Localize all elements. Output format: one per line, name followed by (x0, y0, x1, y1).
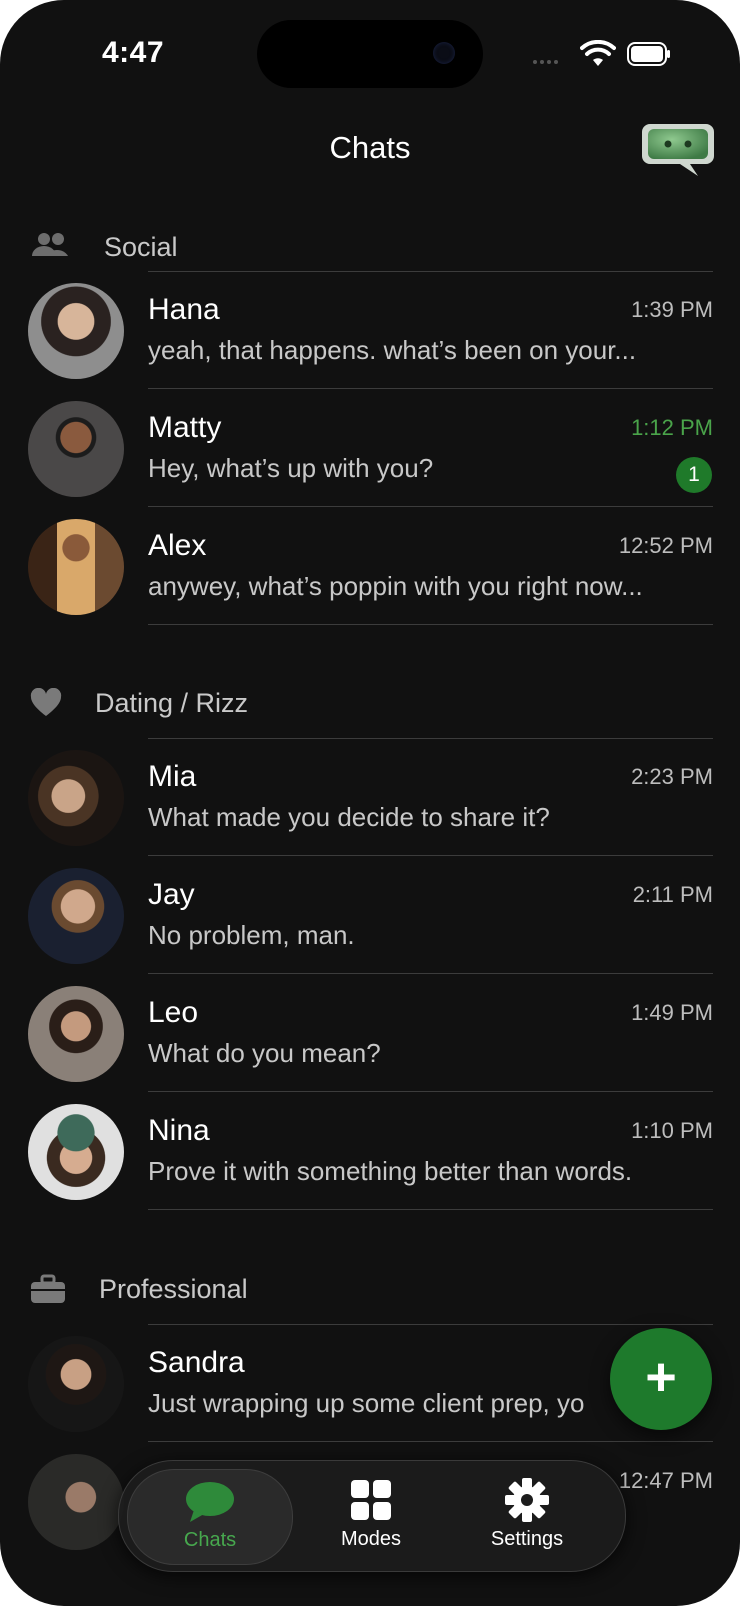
chat-name: Hana (148, 293, 220, 326)
chat-row-nina[interactable]: Nina 1:10 PM Prove it with something bet… (0, 1092, 740, 1210)
chat-name: Mia (148, 760, 197, 793)
chat-row-alex[interactable]: Alex 12:52 PM anywey, what’s poppin with… (0, 507, 740, 625)
chat-preview: Just wrapping up some client prep, yo (148, 1388, 585, 1418)
divider (148, 624, 713, 625)
chat-preview: Hey, what’s up with you? (148, 453, 434, 483)
avatar-matty (28, 401, 124, 497)
people-icon (32, 233, 68, 256)
avatar-mia (28, 750, 124, 846)
phone-screen: 4:47 Chats Social Hana 1:39 PM yeah, tha… (0, 0, 740, 1606)
chat-time: 1:10 PM (631, 1118, 713, 1143)
avatar-partial (28, 1454, 124, 1550)
new-chat-button[interactable]: + (610, 1328, 712, 1430)
tab-label: Settings (490, 1528, 564, 1550)
divider (148, 1209, 713, 1210)
cellular-signal-icon (533, 60, 558, 64)
chat-preview: What made you decide to share it? (148, 802, 550, 832)
chat-time: 1:49 PM (631, 1000, 713, 1025)
avatar-nina (28, 1104, 124, 1200)
plus-icon: + (645, 1347, 677, 1407)
chat-row-jay[interactable]: Jay 2:11 PM No problem, man. (0, 856, 740, 974)
avatar-alex (28, 519, 124, 615)
section-header-dating: Dating / Rizz (0, 684, 740, 724)
wifi-icon (580, 40, 616, 66)
chat-name: Leo (148, 996, 199, 1029)
chat-time: 12:52 PM (618, 533, 713, 558)
status-time: 4:47 (102, 36, 165, 69)
chat-row-leo[interactable]: Leo 1:49 PM What do you mean? (0, 974, 740, 1092)
bot-chat-icon[interactable] (640, 116, 716, 182)
section-label: Professional (99, 1274, 248, 1304)
chat-row-matty[interactable]: Matty 1:12 PM Hey, what’s up with you? 1 (0, 389, 740, 507)
chat-preview: What do you mean? (148, 1038, 381, 1068)
section-label: Social (104, 232, 178, 262)
tab-settings[interactable]: Settings (445, 1469, 609, 1563)
chat-preview: No problem, man. (148, 920, 355, 950)
bottom-tab-bar: Chats Modes Settings (118, 1460, 626, 1572)
chat-name: Matty (148, 411, 222, 444)
page-title: Chats (329, 130, 411, 165)
briefcase-icon (31, 1274, 65, 1303)
chat-time: 1:39 PM (631, 297, 713, 322)
tab-label: Chats (183, 1529, 237, 1551)
section-header-professional: Professional (0, 1270, 740, 1310)
chat-time: 2:23 PM (631, 764, 713, 789)
tab-chats[interactable]: Chats (127, 1469, 293, 1565)
chat-time: 1:12 PM (631, 415, 713, 440)
avatar-hana (28, 283, 124, 379)
chat-name: Sandra (148, 1346, 245, 1379)
section-label: Dating / Rizz (95, 688, 249, 718)
chat-time: 2:11 PM (632, 882, 713, 907)
camera-icon (433, 42, 455, 64)
chat-preview: anywey, what’s poppin with you right now… (148, 571, 643, 601)
chat-name: Alex (148, 529, 207, 562)
avatar-sandra (28, 1336, 124, 1432)
grid-icon (351, 1480, 391, 1520)
tab-modes[interactable]: Modes (289, 1469, 453, 1563)
tab-label: Modes (340, 1528, 402, 1550)
battery-icon (627, 42, 670, 66)
chat-row-hana[interactable]: Hana 1:39 PM yeah, that happens. what’s … (0, 271, 740, 389)
chat-name: Nina (148, 1114, 210, 1147)
dynamic-island (257, 20, 483, 88)
avatar-leo (28, 986, 124, 1082)
chat-time: 12:47 PM (618, 1468, 713, 1493)
chat-preview: Prove it with something better than word… (148, 1156, 633, 1186)
chat-name: Jay (148, 878, 195, 911)
chat-preview: yeah, that happens. what’s been on your.… (148, 335, 637, 365)
heart-icon (30, 688, 62, 716)
section-header-social: Social (0, 228, 740, 268)
avatar-jay (28, 868, 124, 964)
chat-bubble-icon (186, 1482, 234, 1522)
chat-row-mia[interactable]: Mia 2:23 PM What made you decide to shar… (0, 738, 740, 856)
gear-icon (505, 1478, 549, 1522)
unread-badge: 1 (676, 457, 712, 493)
